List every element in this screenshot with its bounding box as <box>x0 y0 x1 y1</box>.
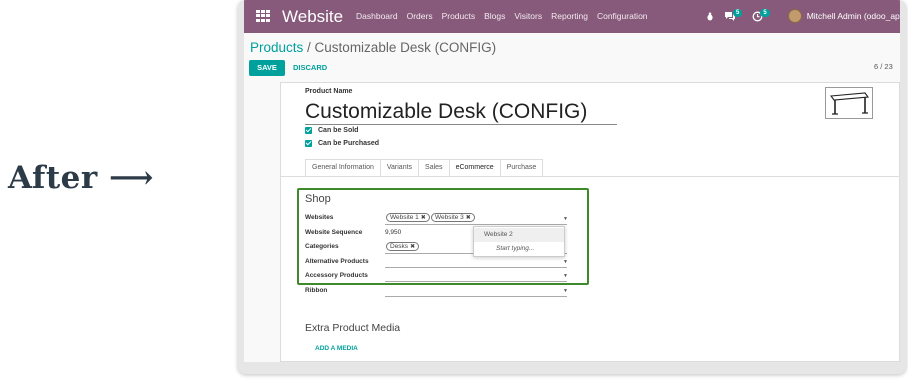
website-tag-1[interactable]: Website 1 ✖ <box>386 213 430 222</box>
main-menu: Dashboard Orders Products Blogs Visitors… <box>356 11 657 21</box>
category-tag-desks[interactable]: Desks ✖ <box>386 242 420 251</box>
tab-general-information[interactable]: General Information <box>305 159 381 176</box>
save-button[interactable]: SAVE <box>249 60 285 76</box>
website-sequence-label: Website Sequence <box>305 229 363 236</box>
debug-bug-icon[interactable] <box>706 12 714 21</box>
apps-menu-icon[interactable] <box>256 10 270 22</box>
alternative-products-field[interactable] <box>385 267 567 268</box>
tabs-divider <box>281 176 900 177</box>
ribbon-label: Ribbon <box>305 287 328 294</box>
shop-section-title: Shop <box>305 193 331 205</box>
form-tabs: General Information Variants Sales eComm… <box>305 159 544 176</box>
product-name-label: Product Name <box>305 88 353 95</box>
website-sequence-input[interactable]: 9,950 <box>385 229 401 236</box>
menu-item-reporting[interactable]: Reporting <box>551 11 588 21</box>
menu-item-visitors[interactable]: Visitors <box>514 11 542 21</box>
messages-count-badge: 5 <box>733 9 743 17</box>
breadcrumb-current: Customizable Desk (CONFIG) <box>314 40 497 55</box>
website-tag-3-label: Website 3 <box>435 214 464 221</box>
ribbon-caret-icon[interactable]: ▼ <box>563 288 568 294</box>
menu-item-orders[interactable]: Orders <box>407 11 433 21</box>
dropdown-option-website-2[interactable]: Website 2 <box>474 228 564 242</box>
remove-tag-icon[interactable]: ✖ <box>410 244 415 250</box>
websites-dropdown-caret-icon[interactable]: ▼ <box>563 216 568 222</box>
after-caption-text: After <box>8 160 98 196</box>
alternative-products-label: Alternative Products <box>305 258 369 265</box>
navbar-systray: 5 5 Mitchell Admin (odoo_apps_test) <box>706 8 900 24</box>
can-be-sold-row: Can be Sold <box>305 127 358 134</box>
websites-label: Websites <box>305 214 334 221</box>
accessory-products-field[interactable] <box>385 281 567 282</box>
websites-field-underline <box>385 224 567 225</box>
remove-tag-icon[interactable]: ✖ <box>421 215 426 221</box>
can-be-purchased-label: Can be Purchased <box>318 140 380 147</box>
breadcrumb: Products / Customizable Desk (CONFIG) <box>250 40 496 55</box>
accessory-products-label: Accessory Products <box>305 272 368 279</box>
menu-item-configuration[interactable]: Configuration <box>597 11 648 21</box>
menu-item-products[interactable]: Products <box>442 11 476 21</box>
can-be-sold-checkbox[interactable] <box>305 127 312 134</box>
accessory-products-caret-icon[interactable]: ▼ <box>563 273 568 279</box>
product-image[interactable] <box>825 87 873 119</box>
right-arrow-icon: ⟶ <box>109 160 154 196</box>
discard-button[interactable]: DISCARD <box>293 60 327 76</box>
can-be-purchased-checkbox[interactable] <box>305 140 312 147</box>
breadcrumb-products-link[interactable]: Products <box>250 40 303 55</box>
product-form-sheet: Product Name Customizable Desk (CONFIG) … <box>280 82 900 362</box>
can-be-purchased-row: Can be Purchased <box>305 140 379 147</box>
category-tag-desks-label: Desks <box>390 243 409 250</box>
add-media-button[interactable]: ADD A MEDIA <box>315 345 358 352</box>
product-name-input[interactable]: Customizable Desk (CONFIG) <box>305 100 617 125</box>
website-tag-3[interactable]: Website 3 ✖ <box>431 213 475 222</box>
tab-sales[interactable]: Sales <box>418 159 450 176</box>
alternative-products-caret-icon[interactable]: ▼ <box>563 259 568 265</box>
screenshot-stage: After ⟶ Website Dashboard Orders Product… <box>0 0 908 380</box>
ribbon-field[interactable] <box>385 296 567 297</box>
user-menu-name[interactable]: Mitchell Admin (odoo_apps_test) <box>807 11 900 21</box>
remove-tag-icon[interactable]: ✖ <box>466 215 471 221</box>
tab-purchase[interactable]: Purchase <box>499 159 544 176</box>
website-tag-1-label: Website 1 <box>390 214 419 221</box>
menu-item-dashboard[interactable]: Dashboard <box>356 11 398 21</box>
dropdown-start-typing-hint: Start typing... <box>496 245 535 252</box>
app-brand[interactable]: Website <box>282 7 343 27</box>
activities-count-badge: 5 <box>760 9 770 17</box>
browser-window: Website Dashboard Orders Products Blogs … <box>238 0 906 374</box>
user-avatar[interactable] <box>787 9 802 23</box>
menu-item-blogs[interactable]: Blogs <box>484 11 505 21</box>
odoo-app: Website Dashboard Orders Products Blogs … <box>244 0 900 362</box>
breadcrumb-separator: / <box>303 40 315 55</box>
tab-ecommerce[interactable]: eCommerce <box>448 159 501 176</box>
tab-variants[interactable]: Variants <box>379 159 420 176</box>
can-be-sold-label: Can be Sold <box>318 127 359 134</box>
after-caption: After ⟶ <box>8 160 154 196</box>
categories-label: Categories <box>305 243 339 250</box>
top-navbar: Website Dashboard Orders Products Blogs … <box>244 0 900 33</box>
websites-autocomplete-dropdown: Website 2 Start typing... <box>473 226 565 257</box>
extra-media-title: Extra Product Media <box>305 322 401 334</box>
record-pager[interactable]: 6 / 23 <box>874 62 893 71</box>
